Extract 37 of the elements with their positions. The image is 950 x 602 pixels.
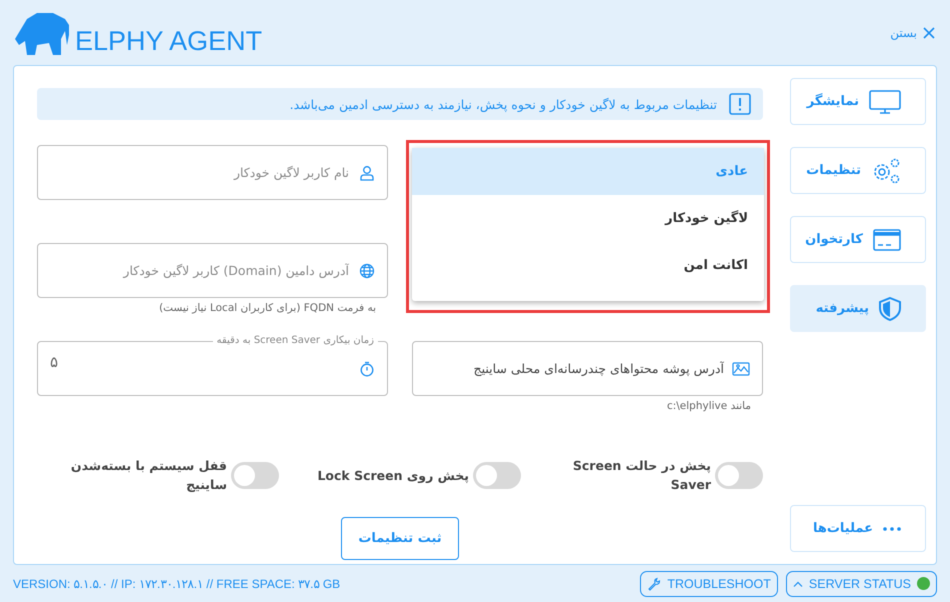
- card-icon: [873, 228, 901, 250]
- server-status-button[interactable]: SERVER STATUS: [786, 570, 937, 596]
- close-button[interactable]: بستن: [888, 24, 937, 42]
- toggle-label: پخش در حالت Screen Saver: [572, 457, 711, 494]
- more-icon: [883, 526, 901, 530]
- troubleshoot-button[interactable]: TROUBLESHOOT: [640, 570, 778, 596]
- notice-text: تنظیمات مربوط به لاگین خودکار و نحوه پخش، نیازمند به دسترسی ادمین می‌باشد.: [290, 96, 717, 112]
- save-settings-button[interactable]: ثبت تنظیمات: [341, 516, 459, 560]
- monitor-icon: [869, 90, 901, 114]
- operations-button[interactable]: عملیات‌ها: [790, 505, 926, 552]
- toggle-switch[interactable]: [231, 462, 279, 489]
- sidebar-tab[interactable]: پیشرفته: [790, 285, 926, 332]
- exclamation-icon: [729, 93, 751, 115]
- sidebar-tab[interactable]: نمایشگر: [790, 78, 926, 125]
- close-icon: [923, 26, 935, 38]
- version-info: VERSION: ۵.۱.۵.۰ // IP: ۱۷۲.۳۰.۱۲۸.۱ // FREE SPACE: ۳۷.۵ GB: [13, 576, 340, 590]
- field-hint: به فرمت FQDN (برای کاربران Local نیاز نیست): [158, 302, 377, 314]
- wrench-icon: [647, 576, 662, 590]
- toggle-label: قفل سیستم با بسته‌شدن ساینیج: [70, 457, 227, 494]
- toggle-label: پخش روی Lock Screen: [317, 466, 469, 485]
- caret-icon: [792, 580, 803, 586]
- user-icon: [359, 164, 375, 180]
- toggle-switch[interactable]: [715, 462, 763, 489]
- dropdown-option[interactable]: لاگین خودکار: [412, 195, 764, 242]
- field-label: زمان بیکاری Screen Saver به دقیقه: [212, 334, 378, 348]
- app-logo-text: ELPHY AGENT: [75, 28, 262, 54]
- stopwatch-icon: [359, 360, 375, 376]
- toggle-switch[interactable]: [473, 462, 521, 489]
- input-field[interactable]: نام کاربر لاگین خودکار: [37, 145, 388, 200]
- image-icon: [732, 360, 750, 376]
- sidebar-tab[interactable]: کارتخوان: [790, 216, 926, 263]
- sidebar-tab[interactable]: تنظیمات: [790, 147, 926, 194]
- dropdown-option[interactable]: اکانت امن: [412, 242, 764, 289]
- field-hint: مانند c:\elphylive: [666, 400, 752, 412]
- globe-icon: [359, 262, 375, 278]
- shield-icon: [879, 296, 901, 320]
- dropdown-option[interactable]: عادی: [412, 148, 764, 195]
